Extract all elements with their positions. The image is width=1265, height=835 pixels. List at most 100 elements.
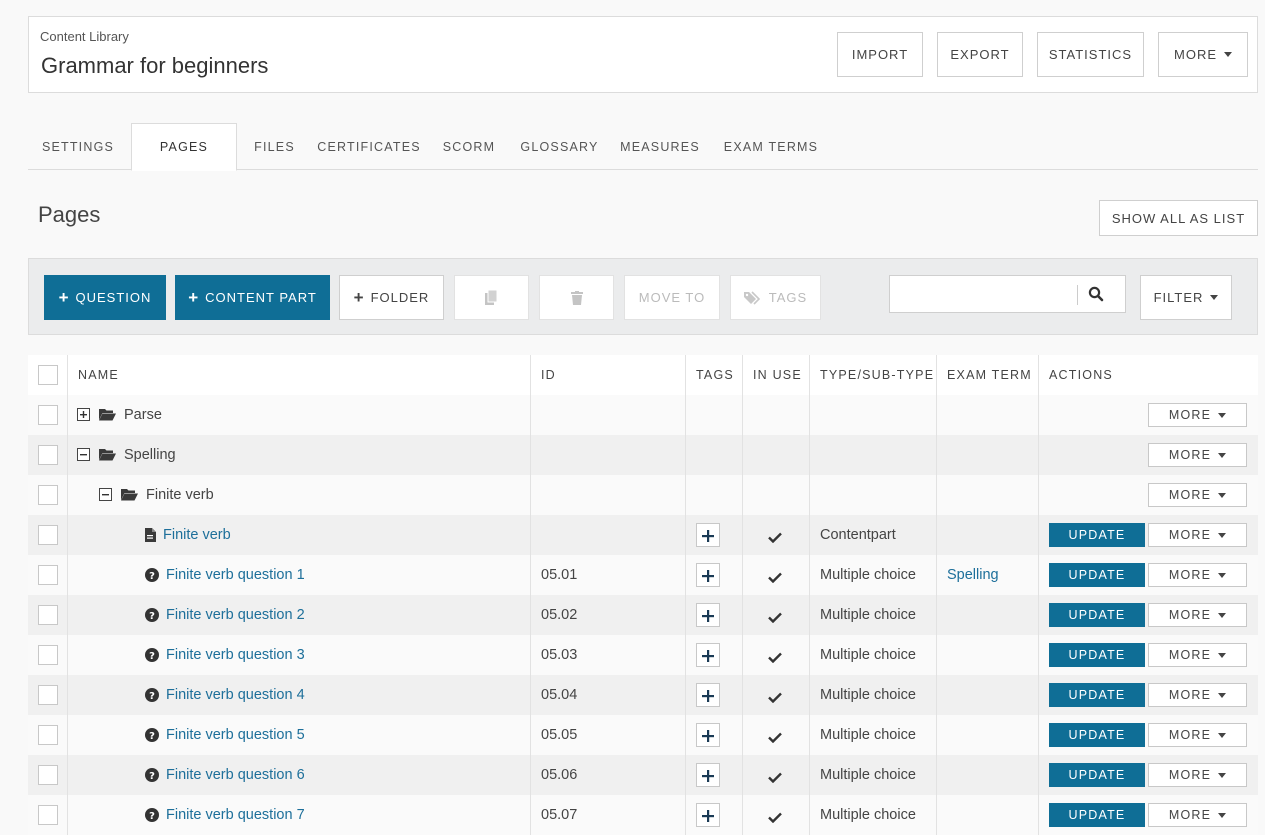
item-id: 05.01	[541, 567, 578, 583]
tab-scorm[interactable]: SCORM	[433, 123, 505, 170]
plus-icon: +	[188, 287, 200, 307]
row-checkbox[interactable]	[38, 605, 58, 625]
tab-pages[interactable]: PAGES	[131, 123, 237, 171]
item-name-link[interactable]: Finite verb question 4	[166, 675, 305, 715]
show-all-as-list-button[interactable]: SHOW ALL AS LIST	[1099, 200, 1258, 236]
tab-measures[interactable]: MEASURES	[615, 123, 705, 170]
update-button[interactable]: UPDATE	[1049, 803, 1145, 827]
add-tag-button[interactable]	[696, 723, 720, 747]
copy-button[interactable]	[454, 275, 529, 320]
row-more-label: MORE	[1168, 688, 1212, 702]
table-row: Parse MORE	[28, 395, 1258, 435]
row-checkbox[interactable]	[38, 445, 58, 465]
add-tag-button[interactable]	[696, 603, 720, 627]
column-header-in-use: IN USE	[753, 368, 802, 382]
row-more-button[interactable]: MORE	[1148, 683, 1247, 707]
more-menu-button[interactable]: MORE	[1158, 32, 1248, 77]
plus-icon	[702, 649, 714, 667]
tab-files[interactable]: FILES	[243, 123, 306, 170]
add-tag-button[interactable]	[696, 803, 720, 827]
add-tag-button[interactable]	[696, 563, 720, 587]
row-more-button[interactable]: MORE	[1148, 723, 1247, 747]
collapse-icon[interactable]	[77, 448, 90, 466]
breadcrumb[interactable]: Content Library	[40, 29, 129, 44]
item-name-link[interactable]: Finite verb question 7	[166, 795, 305, 835]
row-more-button[interactable]: MORE	[1148, 563, 1247, 587]
column-header-type[interactable]: TYPE/SUB-TYPE	[820, 355, 934, 395]
add-question-button[interactable]: + QUESTION	[44, 275, 166, 320]
update-button[interactable]: UPDATE	[1049, 723, 1145, 747]
filter-button[interactable]: FILTER	[1140, 275, 1232, 320]
item-name-link[interactable]: Finite verb question 2	[166, 595, 305, 635]
add-content-part-button[interactable]: + CONTENT PART	[175, 275, 330, 320]
update-button[interactable]: UPDATE	[1049, 683, 1145, 707]
export-button[interactable]: EXPORT	[937, 32, 1023, 77]
import-button[interactable]: IMPORT	[837, 32, 923, 77]
row-checkbox[interactable]	[38, 525, 58, 545]
row-checkbox[interactable]	[38, 405, 58, 425]
folder-name[interactable]: Spelling	[124, 435, 176, 475]
folder-name[interactable]: Finite verb	[146, 475, 214, 515]
select-all-checkbox[interactable]	[38, 365, 58, 385]
folder-name[interactable]: Parse	[124, 395, 162, 435]
search-input[interactable]	[890, 276, 1077, 312]
row-checkbox[interactable]	[38, 645, 58, 665]
item-name-link[interactable]: Finite verb question 5	[166, 715, 305, 755]
column-header-exam-term: EXAM TERM	[947, 368, 1032, 382]
caret-down-icon	[1218, 812, 1227, 818]
row-checkbox[interactable]	[38, 565, 58, 585]
row-more-button[interactable]: MORE	[1148, 523, 1247, 547]
row-checkbox[interactable]	[38, 485, 58, 505]
column-header-name[interactable]: NAME	[78, 355, 119, 395]
tags-button[interactable]: TAGS	[730, 275, 821, 320]
row-more-button[interactable]: MORE	[1148, 603, 1247, 627]
item-exam-term[interactable]: Spelling	[947, 555, 999, 595]
import-button-label: IMPORT	[851, 47, 909, 62]
item-name-link[interactable]: Finite verb question 6	[166, 755, 305, 795]
question-icon: ?	[145, 648, 159, 667]
collapse-icon[interactable]	[99, 488, 112, 506]
item-id: 05.07	[541, 807, 578, 823]
tab-certificates[interactable]: CERTIFICATES	[314, 123, 424, 170]
add-tag-button[interactable]	[696, 683, 720, 707]
table-row: Finite verb MORE	[28, 475, 1258, 515]
item-name-link[interactable]: Finite verb question 1	[166, 555, 305, 595]
update-button[interactable]: UPDATE	[1049, 523, 1145, 547]
column-header-id[interactable]: ID	[541, 355, 556, 395]
tab-exam-terms[interactable]: EXAM TERMS	[716, 123, 826, 170]
row-more-button[interactable]: MORE	[1148, 763, 1247, 787]
update-button[interactable]: UPDATE	[1049, 603, 1145, 627]
plus-icon	[702, 569, 714, 587]
row-checkbox[interactable]	[38, 725, 58, 745]
item-name-link[interactable]: Finite verb question 3	[166, 635, 305, 675]
tab-glossary[interactable]: GLOSSARY	[513, 123, 606, 170]
update-button[interactable]: UPDATE	[1049, 763, 1145, 787]
search-icon[interactable]	[1087, 285, 1105, 308]
svg-text:?: ?	[149, 691, 155, 702]
update-button[interactable]: UPDATE	[1049, 563, 1145, 587]
row-checkbox[interactable]	[38, 685, 58, 705]
tab-bar: SETTINGS PAGES FILES CERTIFICATES SCORM …	[28, 123, 1258, 171]
item-type: Contentpart	[820, 527, 896, 543]
delete-button[interactable]	[539, 275, 614, 320]
row-more-button[interactable]: MORE	[1148, 483, 1247, 507]
update-button[interactable]: UPDATE	[1049, 643, 1145, 667]
tab-settings[interactable]: SETTINGS	[28, 123, 128, 170]
row-more-button[interactable]: MORE	[1148, 443, 1247, 467]
row-checkbox[interactable]	[38, 805, 58, 825]
add-folder-button[interactable]: + FOLDER	[339, 275, 444, 320]
add-tag-button[interactable]	[696, 643, 720, 667]
row-more-label: MORE	[1168, 568, 1212, 582]
item-type: Multiple choice	[820, 607, 916, 623]
move-to-button[interactable]: MOVE TO	[624, 275, 720, 320]
row-more-button[interactable]: MORE	[1148, 403, 1247, 427]
row-checkbox[interactable]	[38, 765, 58, 785]
row-more-button[interactable]: MORE	[1148, 803, 1247, 827]
statistics-button[interactable]: STATISTICS	[1037, 32, 1144, 77]
expand-icon[interactable]	[77, 408, 90, 426]
row-more-button[interactable]: MORE	[1148, 643, 1247, 667]
row-more-label: MORE	[1168, 528, 1212, 542]
add-tag-button[interactable]	[696, 763, 720, 787]
add-tag-button[interactable]	[696, 523, 720, 547]
item-name-link[interactable]: Finite verb	[163, 515, 231, 555]
